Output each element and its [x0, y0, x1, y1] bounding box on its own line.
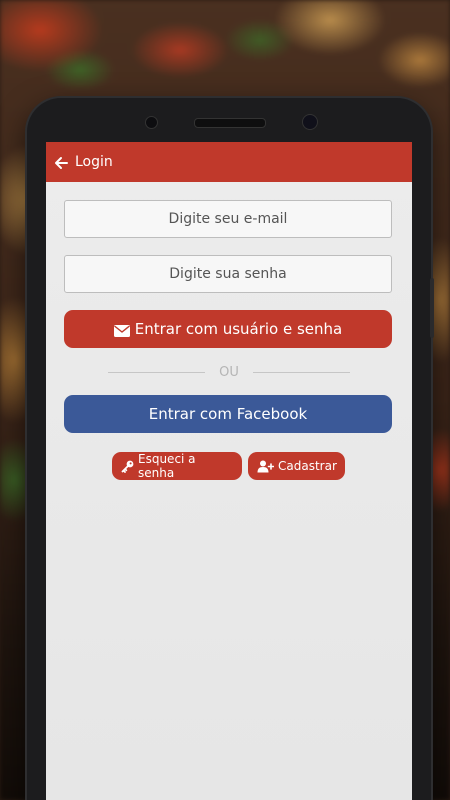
camera-icon — [302, 114, 318, 130]
facebook-login-button[interactable]: Entrar com Facebook — [64, 395, 392, 433]
facebook-button-label: Entrar com Facebook — [148, 405, 308, 423]
divider-label: OU — [219, 364, 239, 380]
register-button[interactable]: Cadastrar — [248, 452, 345, 480]
envelope-icon — [113, 323, 130, 337]
register-label: Cadastrar — [278, 459, 337, 473]
or-divider: OU — [108, 364, 350, 380]
user-plus-icon — [257, 460, 275, 473]
app-bar: Login — [46, 142, 412, 182]
key-icon — [121, 460, 134, 473]
divider-line-right — [252, 371, 350, 373]
sensor-icon — [145, 116, 158, 129]
speaker-grille — [194, 118, 266, 128]
login-button-label: Entrar com usuário e senha — [134, 320, 343, 338]
email-field[interactable] — [64, 200, 392, 238]
phone-side-button — [430, 278, 434, 338]
password-field[interactable] — [64, 255, 392, 293]
login-button[interactable]: Entrar com usuário e senha — [64, 310, 392, 348]
divider-line-left — [108, 371, 206, 373]
app-screen: Login Entrar com usuário e senha OU Entr… — [46, 142, 412, 800]
forgot-password-label: Esqueci a senha — [138, 452, 196, 480]
forgot-password-button[interactable]: Esqueci a senha — [112, 452, 242, 480]
arrow-left-icon[interactable] — [54, 155, 68, 169]
page-title: Login — [75, 154, 113, 170]
